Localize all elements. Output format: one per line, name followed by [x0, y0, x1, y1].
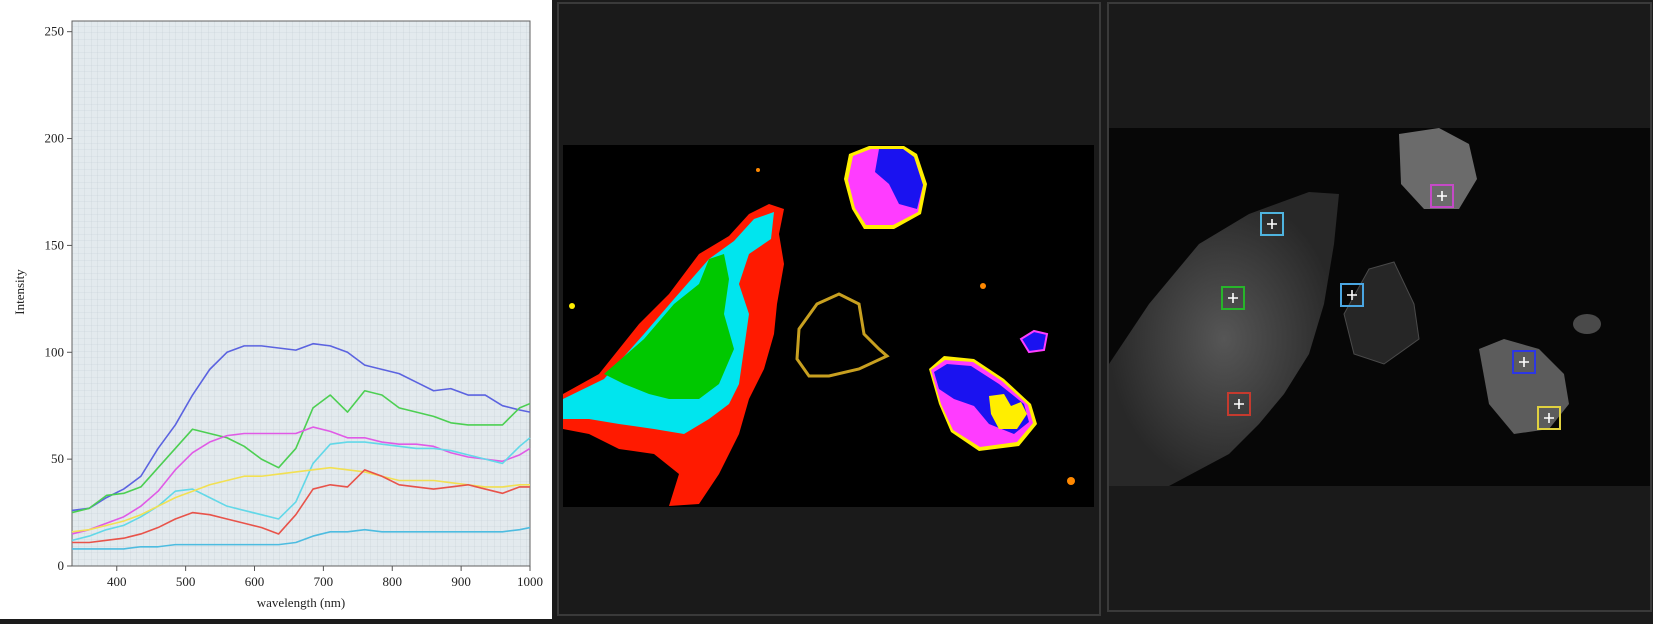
y-tick-label: 50: [51, 451, 64, 466]
camera-view[interactable]: [1107, 2, 1652, 612]
x-tick-label: 400: [107, 574, 127, 589]
y-axis-label: Intensity: [12, 269, 27, 315]
y-tick-label: 200: [45, 131, 65, 146]
spectrum-chart: 0 50 100 150 200 250 400 500 600 700 800 900 1000 I…: [12, 20, 543, 610]
x-axis-label: wavelength (nm): [257, 595, 345, 610]
x-tick-label: 1000: [517, 574, 543, 589]
y-tick-label: 100: [45, 344, 65, 359]
x-tick-label: 900: [451, 574, 471, 589]
x-tick-label: 800: [383, 574, 403, 589]
spectrum-chart-panel: 0 50 100 150 200 250 400 500 600 700 800 900 1000 I…: [0, 0, 552, 619]
x-tick-label: 500: [176, 574, 196, 589]
segmentation-view[interactable]: [557, 2, 1101, 616]
y-tick-label: 250: [45, 24, 65, 39]
segmentation-image: [563, 145, 1094, 507]
x-tick-label: 700: [314, 574, 334, 589]
y-tick-label: 150: [45, 237, 65, 252]
y-tick-label: 0: [58, 558, 65, 573]
x-tick-label: 600: [245, 574, 265, 589]
camera-image: [1109, 128, 1650, 486]
